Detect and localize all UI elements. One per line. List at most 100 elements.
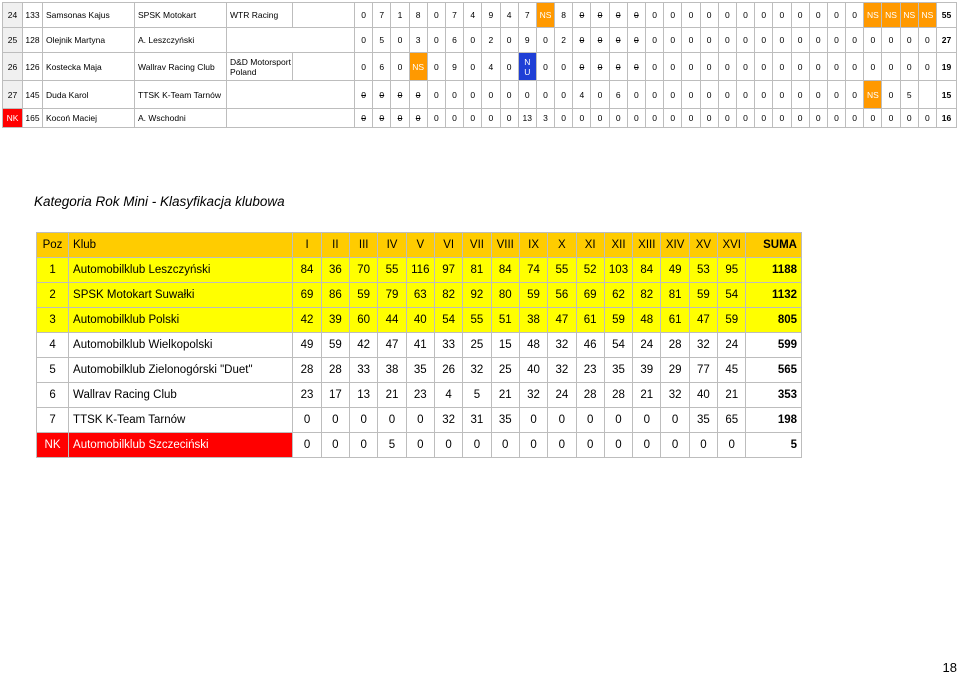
driver-race-score: 0 xyxy=(626,27,647,53)
driver-race-score: 0 xyxy=(590,2,610,28)
club-round-score: 0 xyxy=(688,432,719,458)
driver-race-score: NS xyxy=(863,2,883,28)
club-round-score: 21 xyxy=(490,382,520,408)
driver-club: TTSK K-Team Tarnów xyxy=(134,80,227,109)
driver-club: A. Wschodni xyxy=(134,108,227,128)
club-round-score: 116 xyxy=(405,257,435,283)
club-table-header-cell: VIII xyxy=(490,232,520,258)
driver-race-score: 0 xyxy=(572,2,592,28)
driver-race-score: NS xyxy=(863,80,883,109)
club-round-score: 54 xyxy=(717,282,747,308)
club-table-header-cell: III xyxy=(349,232,379,258)
club-total: 353 xyxy=(745,382,802,408)
driver-row: 27 145 Duda Karol TTSK K-Team Tarnów 0 0 0 0 0 0 0… xyxy=(2,80,957,109)
driver-race-score: 0 xyxy=(608,27,628,53)
driver-race-score: 0 xyxy=(717,2,737,28)
driver-number: 133 xyxy=(22,2,43,28)
club-round-score: 32 xyxy=(547,357,577,383)
driver-race-score: 0 xyxy=(626,2,647,28)
club-table-header: Poz Klub I II III IV V VI VII VIII IX X XI XII XIII XIV… xyxy=(35,232,802,258)
driver-race-score: 0 xyxy=(644,80,665,109)
club-round-score: 84 xyxy=(632,257,662,283)
club-round-score: 82 xyxy=(632,282,662,308)
driver-row: 24 133 Samsonas Kajus SPSK Motokart WTR Raci… xyxy=(2,2,957,28)
driver-race-score: 0 xyxy=(353,108,374,128)
club-round-score: 32 xyxy=(660,382,690,408)
club-round-score: 23 xyxy=(405,382,435,408)
club-position: 3 xyxy=(35,307,70,333)
driver-race-score: 0 xyxy=(499,27,519,53)
driver-race-score: 0 xyxy=(390,52,410,81)
driver-race-score: 0 xyxy=(572,27,592,53)
club-round-score: 23 xyxy=(292,382,322,408)
driver-position: 24 xyxy=(2,2,23,28)
driver-race-score: 4 xyxy=(572,80,592,109)
driver-team xyxy=(226,27,355,53)
driver-race-score: 7 xyxy=(444,2,465,28)
driver-race-score: 6 xyxy=(608,80,628,109)
driver-race-score: 0 xyxy=(735,80,756,109)
club-round-score: 0 xyxy=(320,407,351,433)
driver-race-score: 0 xyxy=(863,27,883,53)
club-table-header-cell: XIV xyxy=(660,232,690,258)
driver-race-score: 0 xyxy=(699,80,719,109)
driver-name: Kostecka Maja xyxy=(42,52,135,81)
club-round-score: 47 xyxy=(377,332,407,358)
club-round-score: 40 xyxy=(518,357,549,383)
driver-race-score: 0 xyxy=(663,80,683,109)
driver-name: Duda Karol xyxy=(42,80,135,109)
driver-race-score: 0 xyxy=(426,2,446,28)
club-round-score: 69 xyxy=(575,282,605,308)
club-round-score: 0 xyxy=(518,432,549,458)
club-total: 805 xyxy=(745,307,802,333)
club-row: 3 Automobilklub Polski 42 39 60 44 40 54 55 51 38 4… xyxy=(35,307,802,333)
club-round-score: 0 xyxy=(349,432,379,458)
driver-race-score: 0 xyxy=(699,2,719,28)
driver-total: 55 xyxy=(936,2,957,28)
driver-race-score: 0 xyxy=(717,108,737,128)
driver-race-score: 0 xyxy=(408,80,428,109)
driver-race-score: 0 xyxy=(808,80,828,109)
driver-race-score: 0 xyxy=(826,52,847,81)
club-round-score: 0 xyxy=(632,432,662,458)
club-ranking-table: Poz Klub I II III IV V VI VII VIII IX X XI XII XIII XIV… xyxy=(35,232,802,458)
driver-race-score: 0 xyxy=(845,2,865,28)
driver-race-score: 0 xyxy=(626,108,647,128)
driver-race-score: 0 xyxy=(463,108,483,128)
driver-spacer xyxy=(292,52,355,81)
club-round-score: 53 xyxy=(688,257,719,283)
driver-number: 128 xyxy=(22,27,43,53)
club-round-score: 59 xyxy=(320,332,351,358)
club-round-score: 24 xyxy=(717,332,747,358)
driver-race-score: 0 xyxy=(772,108,792,128)
driver-race-score: 0 xyxy=(772,2,792,28)
driver-race-score: 2 xyxy=(481,27,501,53)
club-round-score: 24 xyxy=(547,382,577,408)
driver-race-score: 4 xyxy=(481,52,501,81)
driver-race-score: 3 xyxy=(535,108,556,128)
club-total: 198 xyxy=(745,407,802,433)
driver-race-score: 0 xyxy=(644,108,665,128)
driver-race-score: NU xyxy=(517,52,537,81)
club-name: Wallrav Racing Club xyxy=(68,382,294,408)
club-total: 599 xyxy=(745,332,802,358)
club-round-score: 0 xyxy=(632,407,662,433)
club-round-score: 39 xyxy=(632,357,662,383)
driver-race-score: 0 xyxy=(554,52,574,81)
driver-race-score: 0 xyxy=(463,52,483,81)
club-name: Automobilklub Szczeciński xyxy=(68,432,294,458)
club-round-score: 47 xyxy=(547,307,577,333)
driver-total: 27 xyxy=(936,27,957,53)
driver-position: 25 xyxy=(2,27,23,53)
driver-race-score: 0 xyxy=(463,27,483,53)
club-round-score: 59 xyxy=(717,307,747,333)
driver-race-score: 8 xyxy=(408,2,428,28)
driver-race-score: NS xyxy=(535,2,556,28)
driver-race-score: 0 xyxy=(535,27,556,53)
club-round-score: 62 xyxy=(603,282,634,308)
driver-club: SPSK Motokart xyxy=(134,2,227,28)
driver-race-score: 0 xyxy=(663,52,683,81)
driver-race-score: 0 xyxy=(681,52,701,81)
club-round-score: 15 xyxy=(490,332,520,358)
driver-number: 145 xyxy=(22,80,43,109)
